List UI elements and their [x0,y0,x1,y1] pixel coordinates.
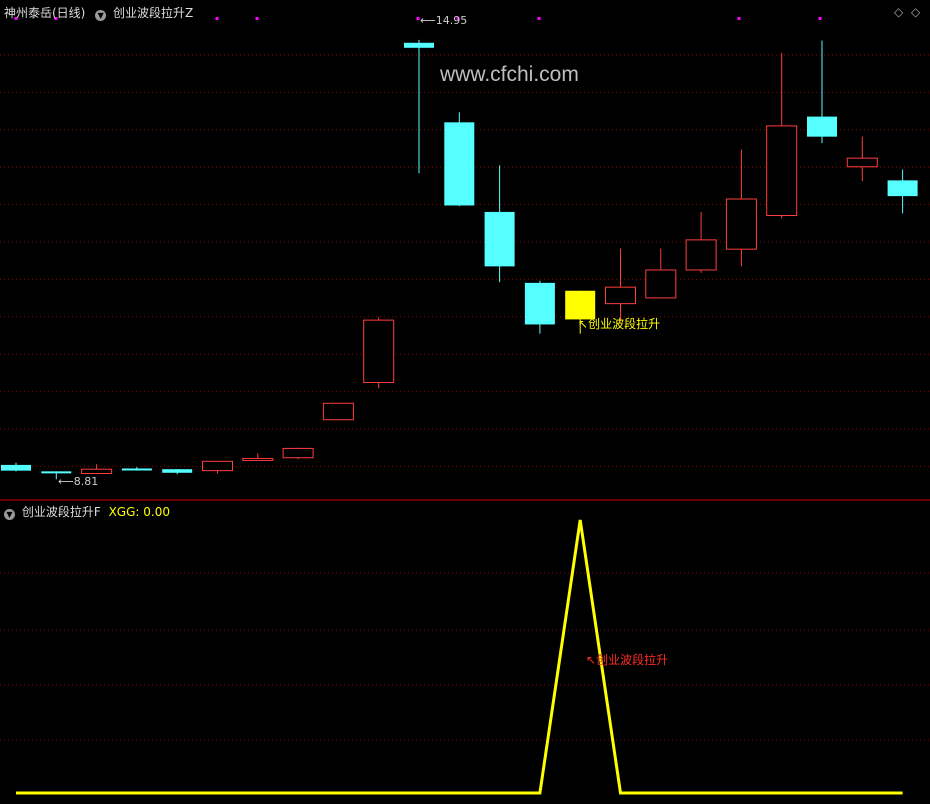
chevron-down-icon[interactable]: ▼ [4,509,15,520]
candlestick [685,211,717,273]
stock-title: 神州泰岳(日线) [4,6,86,20]
indicator-title-f[interactable]: 创业波段拉升F [22,505,101,519]
candlestick [282,447,314,460]
candlestick-series [1,39,918,480]
stock-header: 神州泰岳(日线) ▼ 创业波段拉升Z [4,4,193,21]
marker-dot [818,17,822,20]
signal-text-top: 创业波段拉升 [588,317,661,331]
candle-body [363,319,395,383]
candlestick [605,248,636,322]
xgg-line-series [16,519,903,795]
candle-body [404,42,434,48]
candlestick [363,317,395,389]
marker-dot [215,17,219,20]
candlestick [322,402,354,421]
candle-body [282,447,314,459]
xgg-value: XGG: 0.00 [108,505,170,519]
candlestick [807,40,837,144]
low-price-label: ⟵8.81 [58,475,99,488]
candlestick [242,453,274,461]
candle-body [766,125,798,216]
kline-chart-window[interactable]: 神州泰岳(日线) ▼ 创业波段拉升Z ◇ ◇ www.cfchi.com ▼ 创… [0,0,930,804]
signal-label-top: ↖创业波段拉升 [578,317,661,331]
candlestick [484,165,515,283]
candlestick [766,52,798,219]
candle-body [846,157,878,168]
candle-body [322,402,354,421]
indicator-grid [0,572,930,741]
candlestick [444,112,475,207]
price-grid [0,54,930,467]
indicator-header: ▼ 创业波段拉升F XGG: 0.00 [4,503,170,520]
candle-body [807,116,837,137]
signal-label-bottom: ↖创业波段拉升 [586,653,669,667]
high-price-value: 14.95 [435,14,468,27]
candlestick [1,462,31,472]
indicator-title-z[interactable]: 创业波段拉升Z [113,6,193,20]
candle-body [645,269,677,299]
candle-body [162,469,193,473]
candle-body [1,464,31,471]
candle-body [242,457,274,461]
marker-dot [737,17,741,20]
candle-body [202,460,233,472]
candlestick [121,467,152,471]
candle-body [121,468,152,471]
candle-body [484,211,515,267]
signal-text-bottom: 创业波段拉升 [596,653,669,667]
candlestick [81,464,113,475]
candle-body [444,122,475,206]
diamond-icon[interactable]: ◇ [911,5,920,19]
candle-body [685,239,717,271]
candle-body [605,286,636,305]
marker-dot [255,17,259,20]
candlestick [524,280,555,334]
candlestick [162,469,193,475]
diamond-icon[interactable]: ◇ [894,5,903,19]
candlestick [846,136,878,182]
high-price-label: ⟵14.95 [420,14,468,27]
candlestick [404,39,434,174]
candlestick [725,149,757,267]
candle-body [725,198,757,250]
watermark: www.cfchi.com [440,63,579,86]
candlestick [887,169,918,214]
candlestick [202,460,233,474]
candle-body [41,471,72,474]
candlestick [645,248,677,299]
xgg-line [16,519,903,795]
chevron-down-icon[interactable]: ▼ [95,10,107,21]
marker-dot [537,17,541,20]
candle-body [81,468,113,475]
candle-body [887,180,918,197]
chart-canvas[interactable] [0,0,930,804]
low-price-value: 8.81 [73,475,99,488]
candle-body [524,282,555,325]
